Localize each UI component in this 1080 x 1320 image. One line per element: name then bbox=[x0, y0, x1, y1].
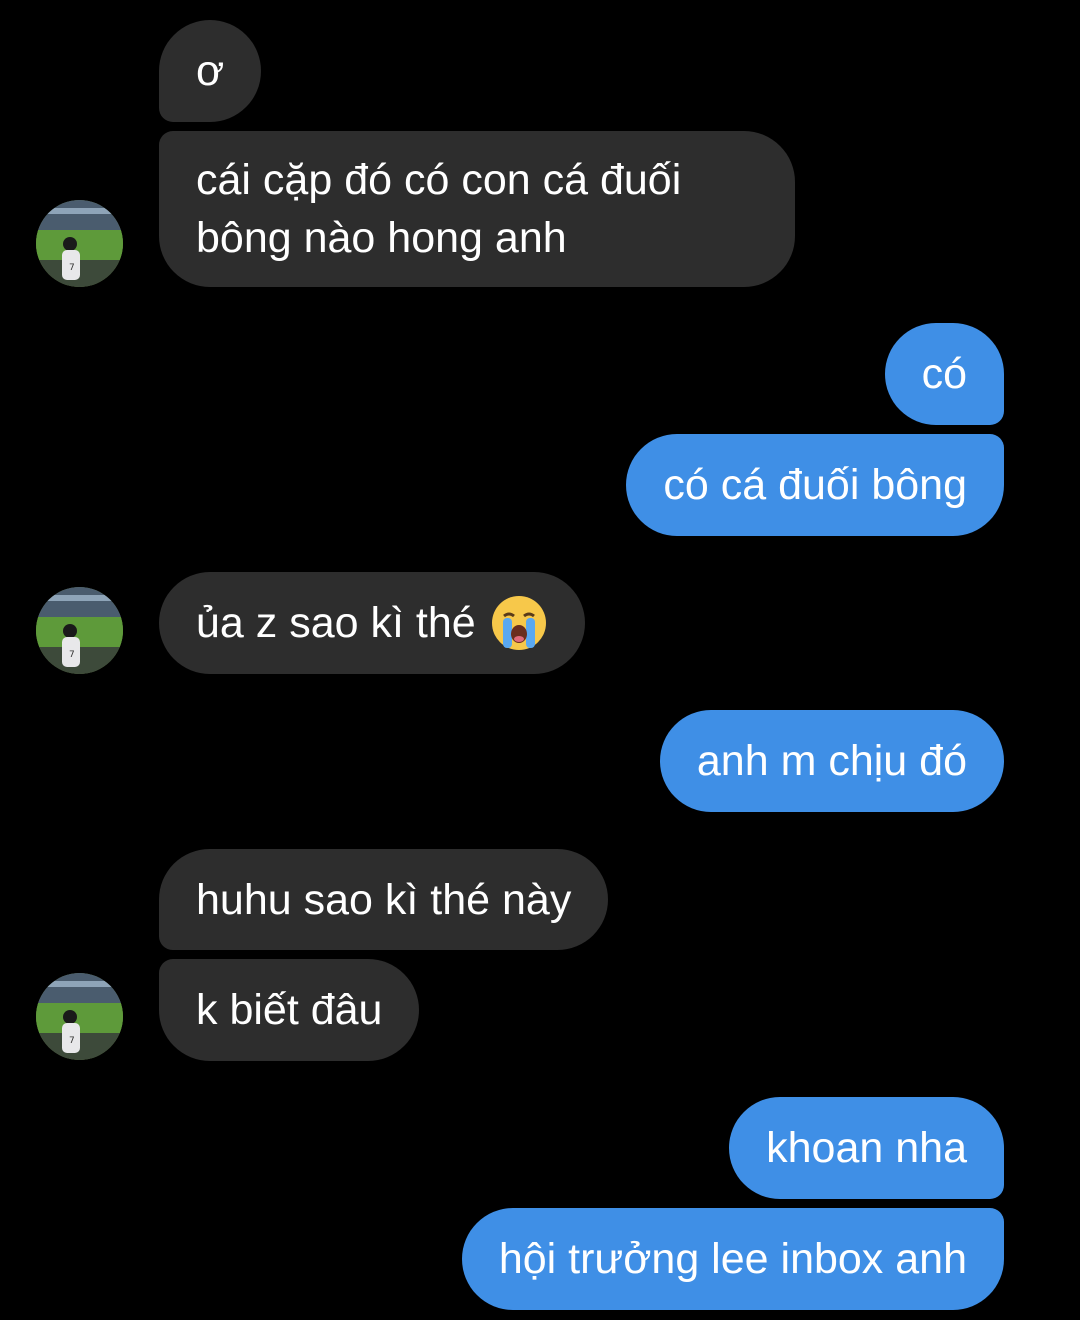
contact-avatar[interactable]: 7 bbox=[36, 200, 123, 287]
contact-avatar[interactable]: 7 bbox=[36, 973, 123, 1060]
message-text: huhu sao kì thé này bbox=[196, 875, 572, 924]
message-bubble-sent[interactable]: khoan nha bbox=[729, 1097, 1004, 1199]
message-bubble-sent[interactable]: anh m chịu đó bbox=[659, 710, 1004, 812]
svg-text:7: 7 bbox=[69, 263, 75, 273]
message-text: có bbox=[921, 350, 967, 398]
message-text: k biết đâu bbox=[196, 986, 383, 1034]
message-text: ơ bbox=[196, 47, 225, 95]
message-text: có cá đuối bông bbox=[663, 461, 967, 509]
svg-text:7: 7 bbox=[69, 1036, 75, 1046]
message-bubble-sent[interactable]: có bbox=[884, 323, 1004, 425]
loudly-crying-face-icon bbox=[490, 594, 548, 652]
message-bubble-sent[interactable]: hội trưởng lee inbox anh bbox=[461, 1208, 1004, 1310]
contact-avatar[interactable]: 7 bbox=[36, 587, 123, 674]
message-bubble-received[interactable]: k biết đâu bbox=[159, 959, 420, 1061]
message-text: hội trưởng lee inbox anh bbox=[498, 1235, 967, 1283]
message-bubble-received[interactable]: ơ bbox=[159, 20, 262, 122]
message-bubble-sent[interactable]: có cá đuối bông bbox=[626, 434, 1004, 536]
message-bubble-received[interactable]: huhu sao kì thé này bbox=[159, 849, 609, 950]
message-bubble-received[interactable]: ủa z sao kì thé bbox=[159, 572, 585, 674]
svg-text:7: 7 bbox=[69, 650, 75, 660]
message-text: anh m chịu đó bbox=[696, 737, 967, 785]
message-text: ủa z sao kì thé bbox=[196, 599, 476, 647]
message-text: khoan nha bbox=[766, 1124, 967, 1172]
message-text: cái cặp đó có con cá đuối bông nào hong … bbox=[196, 156, 682, 262]
message-bubble-received[interactable]: cái cặp đó có con cá đuối bông nào hong … bbox=[159, 131, 795, 287]
